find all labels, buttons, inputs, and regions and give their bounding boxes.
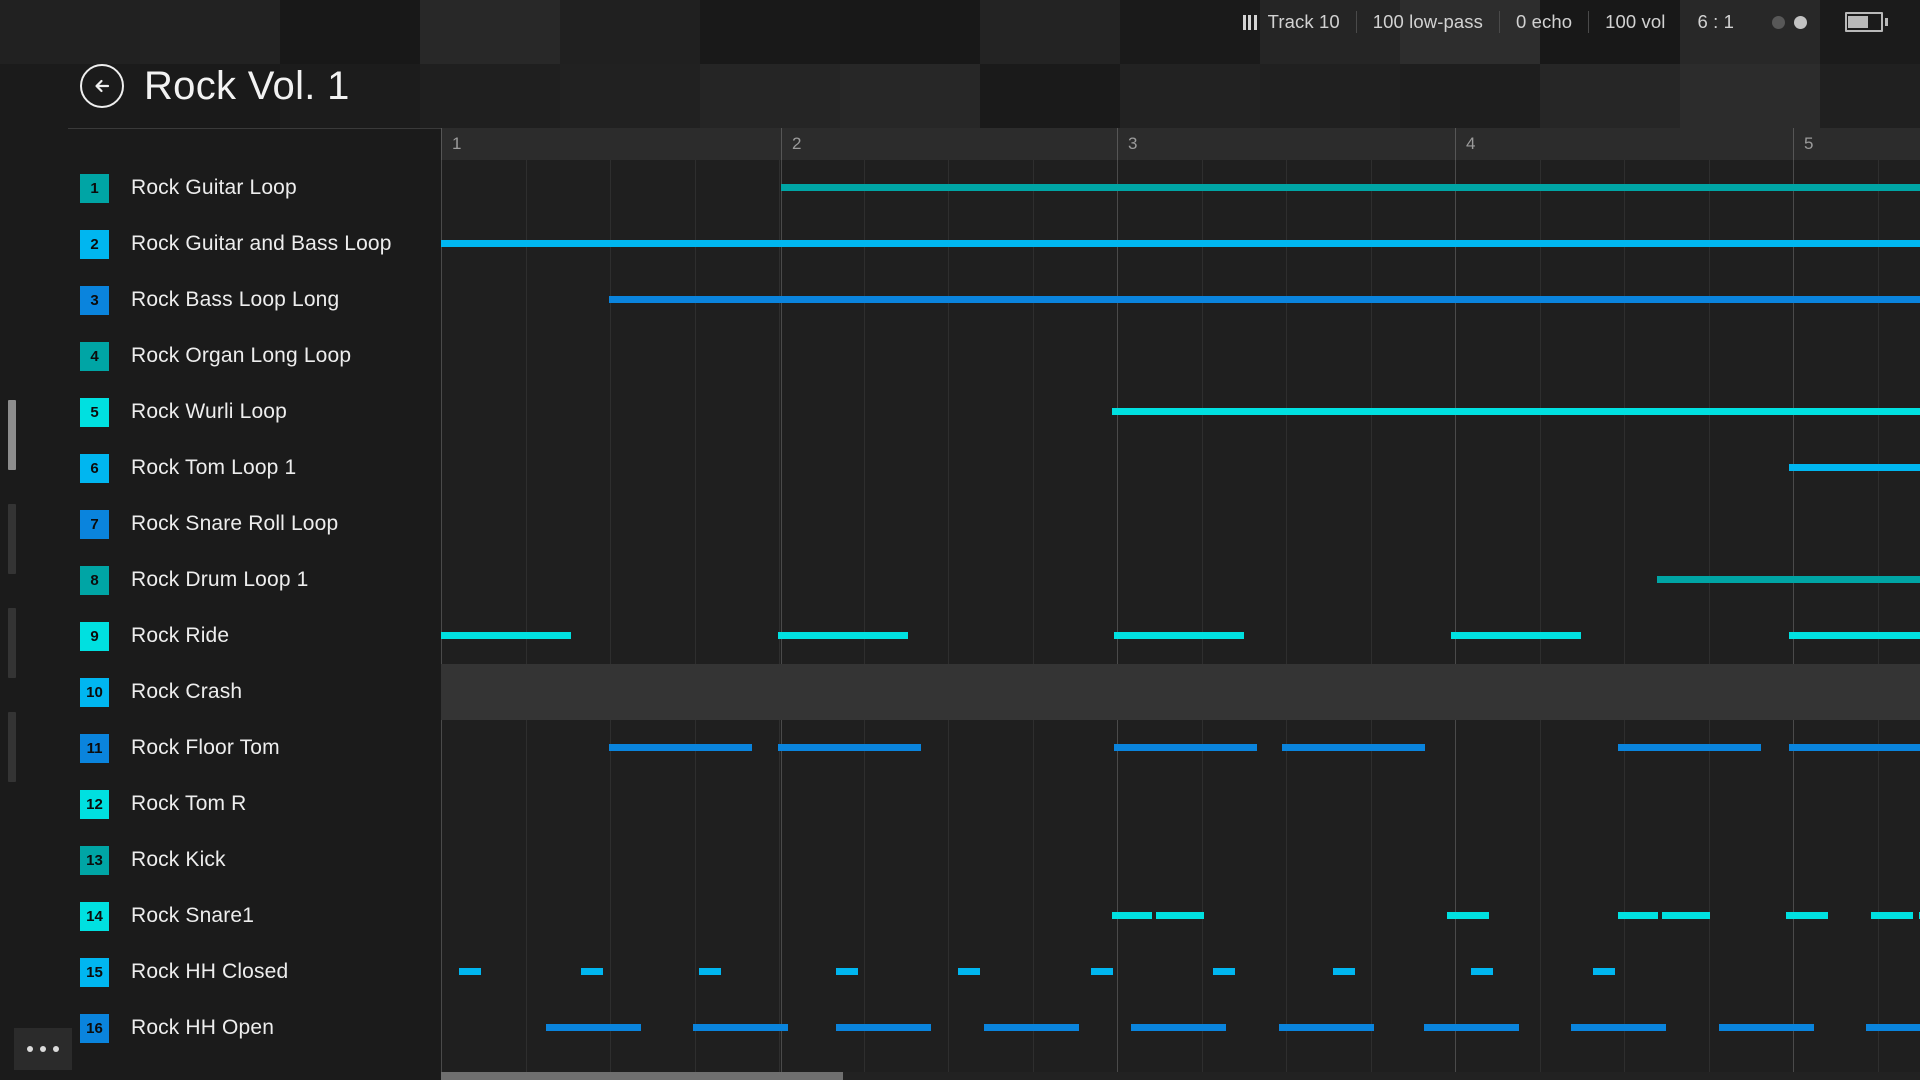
ruler-bar-number: 2 xyxy=(792,134,801,154)
track-name-column: 1 Rock Guitar Loop 2 Rock Guitar and Bass L… xyxy=(0,128,441,1080)
track-number-badge[interactable]: 13 xyxy=(80,846,109,875)
track-name-label: Rock Bass Loop Long xyxy=(131,272,339,328)
page-indicator-1[interactable] xyxy=(8,400,16,470)
track-number-badge[interactable]: 16 xyxy=(80,1014,109,1043)
title-bar: Rock Vol. 1 xyxy=(0,44,350,128)
battery-icon xyxy=(1821,12,1894,32)
track-number-badge[interactable]: 5 xyxy=(80,398,109,427)
ruler-bar-number: 5 xyxy=(1804,134,1813,154)
track-row[interactable]: 16 Rock HH Open xyxy=(0,1000,1920,1056)
toolbar-ratio: 6 : 1 xyxy=(1682,11,1751,33)
track-row[interactable]: 13 Rock Kick xyxy=(0,832,1920,888)
track-number-badge[interactable]: 7 xyxy=(80,510,109,539)
page-indicator-3[interactable] xyxy=(8,608,16,678)
track-number-badge[interactable]: 8 xyxy=(80,566,109,595)
toolbar-track-label: Track 10 xyxy=(1268,11,1340,33)
track-row[interactable]: 9 Rock Ride xyxy=(0,608,1920,664)
track-name-label: Rock Snare Roll Loop xyxy=(131,496,338,552)
top-toolbar: Track 10 100 low-pass 0 echo 100 vol 6 :… xyxy=(1227,0,1920,44)
track-row[interactable]: 11 Rock Floor Tom xyxy=(0,720,1920,776)
page-indicator-rail[interactable] xyxy=(8,400,16,816)
ellipsis-dot-icon xyxy=(53,1046,59,1052)
track-row[interactable]: 3 Rock Bass Loop Long xyxy=(0,272,1920,328)
track-row[interactable]: 2 Rock Guitar and Bass Loop xyxy=(0,216,1920,272)
track-row[interactable]: 7 Rock Snare Roll Loop xyxy=(0,496,1920,552)
track-number-badge[interactable]: 4 xyxy=(80,342,109,371)
track-number-badge[interactable]: 2 xyxy=(80,230,109,259)
page-indicator-2[interactable] xyxy=(8,504,16,574)
ruler-tick xyxy=(1455,128,1456,160)
track-row[interactable]: 14 Rock Snare1 xyxy=(0,888,1920,944)
ruler-tick xyxy=(1117,128,1118,160)
track-row[interactable]: 12 Rock Tom R xyxy=(0,776,1920,832)
track-name-label: Rock Floor Tom xyxy=(131,720,280,776)
horizontal-scrollbar[interactable] xyxy=(441,1072,1920,1080)
track-number-badge[interactable]: 1 xyxy=(80,174,109,203)
page-indicator-4[interactable] xyxy=(8,712,16,782)
track-number-badge[interactable]: 6 xyxy=(80,454,109,483)
track-name-label: Rock Wurli Loop xyxy=(131,384,287,440)
track-row[interactable]: 8 Rock Drum Loop 1 xyxy=(0,552,1920,608)
track-row[interactable]: 15 Rock HH Closed xyxy=(0,944,1920,1000)
ruler-bar-number: 3 xyxy=(1128,134,1137,154)
toolbar-echo[interactable]: 0 echo xyxy=(1500,11,1588,33)
track-name-label: Rock Snare1 xyxy=(131,888,254,944)
timeline-ruler[interactable]: 1 2 3 4 5 xyxy=(441,128,1920,160)
track-number-badge[interactable]: 10 xyxy=(80,678,109,707)
toolbar-lowpass[interactable]: 100 low-pass xyxy=(1357,11,1499,33)
track-number-badge[interactable]: 3 xyxy=(80,286,109,315)
track-name-label: Rock Guitar and Bass Loop xyxy=(131,216,392,272)
ellipsis-dot-icon xyxy=(27,1046,33,1052)
track-name-label: Rock Guitar Loop xyxy=(131,160,297,216)
track-name-label: Rock Kick xyxy=(131,832,226,888)
ruler-tick xyxy=(441,128,442,160)
ruler-bar-number: 1 xyxy=(452,134,461,154)
track-number-badge[interactable]: 14 xyxy=(80,902,109,931)
track-name-label: Rock HH Closed xyxy=(131,944,288,1000)
track-row[interactable]: 10 Rock Crash xyxy=(0,664,1920,720)
track-row[interactable]: 4 Rock Organ Long Loop xyxy=(0,328,1920,384)
track-list: 1 Rock Guitar Loop 2 Rock Guitar and Bass L… xyxy=(0,128,441,1080)
daw-app-window: Track 10 100 low-pass 0 echo 100 vol 6 :… xyxy=(0,0,1920,1080)
toolbar-volume[interactable]: 100 vol xyxy=(1589,11,1681,33)
toolbar-track-indicator[interactable]: Track 10 xyxy=(1227,11,1356,33)
track-row[interactable]: 6 Rock Tom Loop 1 xyxy=(0,440,1920,496)
ruler-tick xyxy=(1793,128,1794,160)
timeline-stage: 12345 1Rock Guitar Loop2Rock Guitar and … xyxy=(0,128,1920,1080)
track-name-label: Rock Ride xyxy=(131,608,229,664)
more-options-button[interactable] xyxy=(14,1028,72,1070)
ruler-bar-number: 4 xyxy=(1466,134,1475,154)
ellipsis-dot-icon xyxy=(40,1046,46,1052)
toolbar-dot-indicators[interactable] xyxy=(1750,16,1821,29)
track-row[interactable]: 5 Rock Wurli Loop xyxy=(0,384,1920,440)
back-button[interactable] xyxy=(80,64,124,108)
track-row[interactable]: 1 Rock Guitar Loop xyxy=(0,160,1920,216)
ruler-tick xyxy=(781,128,782,160)
page-title: Rock Vol. 1 xyxy=(144,66,350,106)
track-name-label: Rock HH Open xyxy=(131,1000,274,1056)
track-name-label: Rock Organ Long Loop xyxy=(131,328,351,384)
dot-indicator-inactive xyxy=(1772,16,1785,29)
level-bars-icon xyxy=(1243,15,1257,30)
track-name-label: Rock Drum Loop 1 xyxy=(131,552,308,608)
track-name-label: Rock Tom R xyxy=(131,776,246,832)
track-name-label: Rock Crash xyxy=(131,664,242,720)
track-name-label: Rock Tom Loop 1 xyxy=(131,440,296,496)
dot-indicator-active xyxy=(1794,16,1807,29)
track-number-badge[interactable]: 9 xyxy=(80,622,109,651)
horizontal-scrollbar-thumb[interactable] xyxy=(441,1072,843,1080)
track-number-badge[interactable]: 11 xyxy=(80,734,109,763)
track-number-badge[interactable]: 15 xyxy=(80,958,109,987)
track-number-badge[interactable]: 12 xyxy=(80,790,109,819)
